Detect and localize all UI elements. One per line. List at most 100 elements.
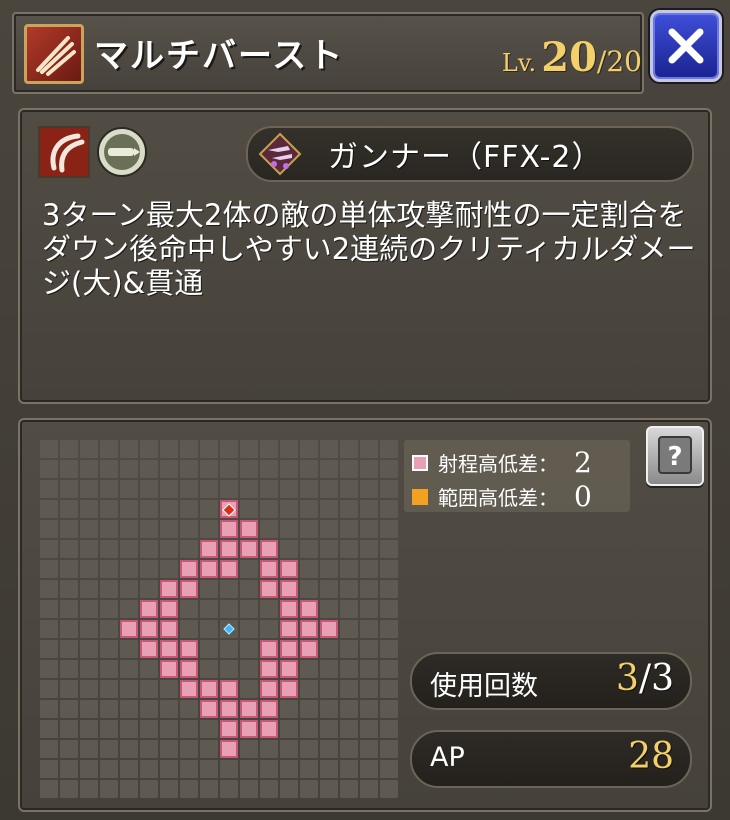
- grid-cell: [100, 660, 118, 678]
- grid-cell: [100, 600, 118, 618]
- grid-cell: [80, 740, 98, 758]
- grid-cell: [120, 440, 138, 458]
- grid-cell: [340, 460, 358, 478]
- grid-cell: [80, 560, 98, 578]
- grid-cell: [60, 620, 78, 638]
- grid-cell: [120, 500, 138, 518]
- grid-cell: [80, 580, 98, 598]
- grid-cell: [260, 500, 278, 518]
- range-cell: [260, 720, 278, 738]
- grid-cell: [80, 720, 98, 738]
- grid-cell: [80, 700, 98, 718]
- grid-cell: [240, 660, 258, 678]
- grid-cell: [40, 500, 58, 518]
- grid-cell: [320, 600, 338, 618]
- grid-cell: [340, 620, 358, 638]
- help-button[interactable]: ?: [646, 426, 704, 486]
- grid-cell: [220, 760, 238, 778]
- close-button[interactable]: [650, 10, 722, 82]
- grid-cell: [240, 780, 258, 798]
- grid-cell: [380, 580, 398, 598]
- grid-cell: [140, 740, 158, 758]
- grid-cell: [100, 500, 118, 518]
- grid-cell: [380, 620, 398, 638]
- level-separator: /: [596, 45, 607, 78]
- grid-cell: [360, 500, 378, 518]
- grid-cell: [160, 680, 178, 698]
- grid-cell: [220, 660, 238, 678]
- grid-cell: [160, 780, 178, 798]
- grid-cell: [300, 780, 318, 798]
- grid-cell: [60, 740, 78, 758]
- grid-cell: [180, 740, 198, 758]
- range-cell: [200, 700, 218, 718]
- grid-cell: [340, 440, 358, 458]
- range-cell: [220, 540, 238, 558]
- grid-cell: [320, 720, 338, 738]
- grid-cell: [380, 660, 398, 678]
- range-cell: [240, 520, 258, 538]
- level-prefix: Lv.: [501, 49, 537, 77]
- grid-cell: [300, 460, 318, 478]
- grid-cell: [240, 600, 258, 618]
- grid-cell: [120, 760, 138, 778]
- grid-cell: [140, 460, 158, 478]
- grid-cell: [140, 580, 158, 598]
- grid-cell: [340, 660, 358, 678]
- range-cell: [280, 560, 298, 578]
- grid-cell: [220, 440, 238, 458]
- grid-cell: [140, 440, 158, 458]
- grid-cell: [160, 720, 178, 738]
- range-cell: [260, 540, 278, 558]
- grid-cell: [340, 720, 358, 738]
- grid-cell: [380, 680, 398, 698]
- level-max: 20: [606, 45, 642, 78]
- grid-cell: [40, 480, 58, 498]
- grid-cell: [100, 700, 118, 718]
- grid-cell: [240, 640, 258, 658]
- grid-cell: [120, 740, 138, 758]
- range-cell: [220, 520, 238, 538]
- legend-area-height: 範囲高低差： 0: [412, 480, 592, 513]
- grid-cell: [200, 640, 218, 658]
- grid-cell: [80, 680, 98, 698]
- range-cell: [140, 620, 158, 638]
- grid-cell: [360, 680, 378, 698]
- grid-cell: [160, 760, 178, 778]
- grid-cell: [180, 540, 198, 558]
- grid-cell: [140, 520, 158, 538]
- range-cell: [280, 660, 298, 678]
- range-cell: [200, 560, 218, 578]
- grid-cell: [180, 720, 198, 738]
- grid-cell: [60, 460, 78, 478]
- grid-cell: [80, 640, 98, 658]
- grid-cell: [240, 440, 258, 458]
- grid-cell: [60, 440, 78, 458]
- grid-cell: [320, 700, 338, 718]
- grid-cell: [340, 780, 358, 798]
- grid-cell: [320, 680, 338, 698]
- range-cell: [280, 640, 298, 658]
- range-cell: [160, 600, 178, 618]
- grid-cell: [40, 600, 58, 618]
- grid-cell: [100, 780, 118, 798]
- grid-cell: [360, 460, 378, 478]
- grid-cell: [180, 440, 198, 458]
- grid-cell: [380, 600, 398, 618]
- grid-cell: [300, 540, 318, 558]
- grid-cell: [200, 760, 218, 778]
- grid-cell: [80, 460, 98, 478]
- grid-cell: [240, 560, 258, 578]
- grid-cell: [320, 780, 338, 798]
- grid-cell: [380, 540, 398, 558]
- grid-cell: [40, 540, 58, 558]
- grid-cell: [240, 460, 258, 478]
- grid-cell: [280, 440, 298, 458]
- grid-cell: [280, 700, 298, 718]
- grid-cell: [260, 760, 278, 778]
- grid-cell: [40, 620, 58, 638]
- uses-max: 3: [651, 658, 674, 699]
- grid-cell: [120, 540, 138, 558]
- grid-cell: [200, 620, 218, 638]
- grid-cell: [40, 740, 58, 758]
